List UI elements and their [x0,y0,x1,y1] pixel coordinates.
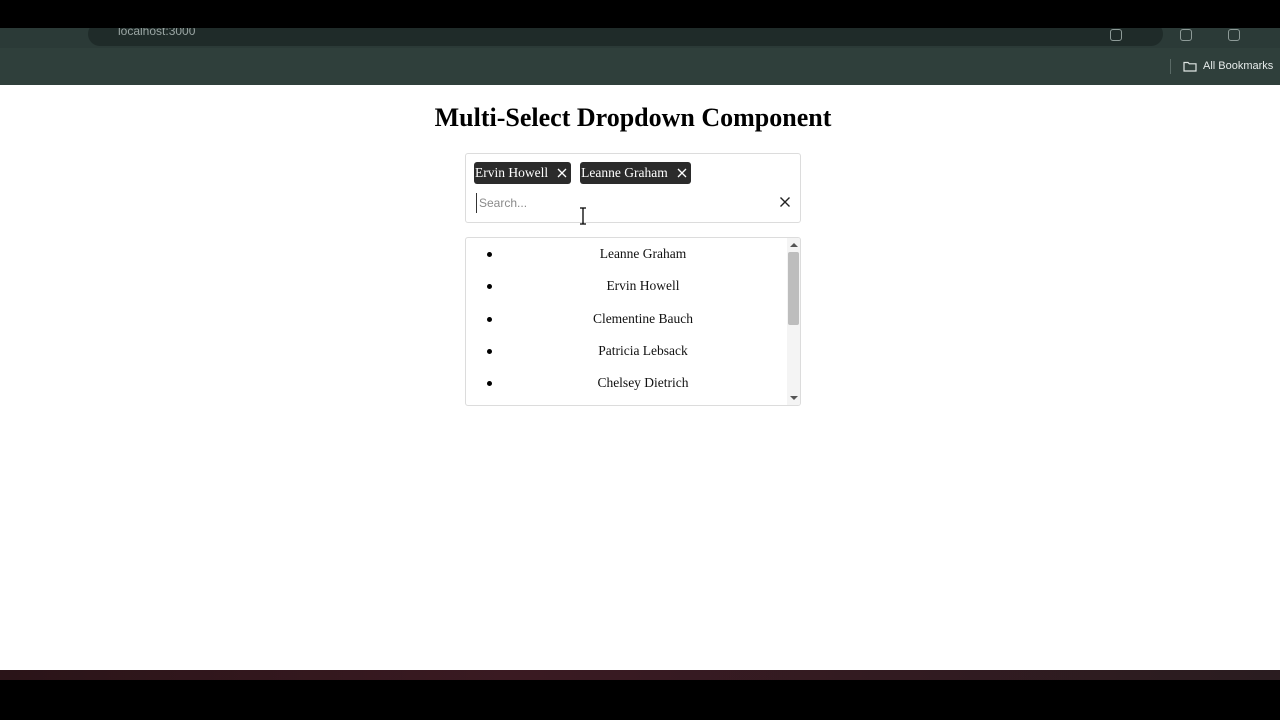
search-input[interactable] [476,193,771,213]
bookmarks-separator [1170,59,1171,74]
bullet-icon [487,348,492,354]
selected-chips: Ervin Howell Leanne Graham [474,162,691,184]
folder-icon [1183,61,1197,72]
option-label: Patricia Lebsack [598,342,688,358]
option-item[interactable]: Clementine Bauch [466,303,787,335]
page-viewport: Multi-Select Dropdown Component Ervin Ho… [0,85,1280,670]
option-item[interactable]: Chelsey Dietrich [466,367,787,399]
option-item[interactable]: Patricia Lebsack [466,335,787,367]
remove-chip-icon[interactable] [677,168,687,178]
address-bar[interactable]: localhost:3000 [88,28,1163,46]
dropdown-scrollbar[interactable] [787,238,800,405]
option-item[interactable]: Leanne Graham [466,238,787,270]
clear-all-icon[interactable] [779,196,791,208]
all-bookmarks-label: All Bookmarks [1203,60,1274,72]
remove-chip-icon[interactable] [557,168,567,178]
option-label: Ervin Howell [606,278,680,294]
bookmarks-bar: All Bookmarks [0,48,1280,85]
bullet-icon [487,316,492,322]
text-cursor-icon [580,207,586,225]
bullet-icon [487,252,492,257]
scroll-down-arrow-icon[interactable] [790,396,798,400]
scroll-up-arrow-icon[interactable] [790,243,798,247]
chip-label: Leanne Graham [581,165,668,180]
option-item[interactable]: Ervin Howell [466,270,787,302]
bullet-icon [487,381,492,387]
option-label: Leanne Graham [599,246,687,261]
selected-chip: Ervin Howell [474,162,572,184]
profile-icon[interactable] [1228,29,1240,41]
extension-icon[interactable] [1110,29,1122,41]
chip-label: Ervin Howell [475,165,549,180]
page-title: Multi-Select Dropdown Component [434,103,832,132]
address-url[interactable]: localhost:3000 [118,28,195,38]
taskbar-strip [0,670,1280,680]
selected-chip: Leanne Graham [580,162,691,184]
all-bookmarks-button[interactable]: All Bookmarks [1183,58,1273,74]
options-list: Leanne Graham Ervin Howell Clementine Ba… [466,238,787,399]
multi-select-control[interactable]: Ervin Howell Leanne Graham [465,153,801,223]
browser-toolbar: localhost:3000 [0,28,1280,48]
scrollbar-thumb[interactable] [788,252,799,325]
tab-search-icon[interactable] [1180,29,1192,41]
option-label: Clementine Bauch [592,310,694,326]
option-label: Chelsey Dietrich [597,375,689,391]
os-taskbar [0,670,1280,720]
options-dropdown[interactable]: Leanne Graham Ervin Howell Clementine Ba… [465,237,801,406]
bullet-icon [487,284,492,290]
